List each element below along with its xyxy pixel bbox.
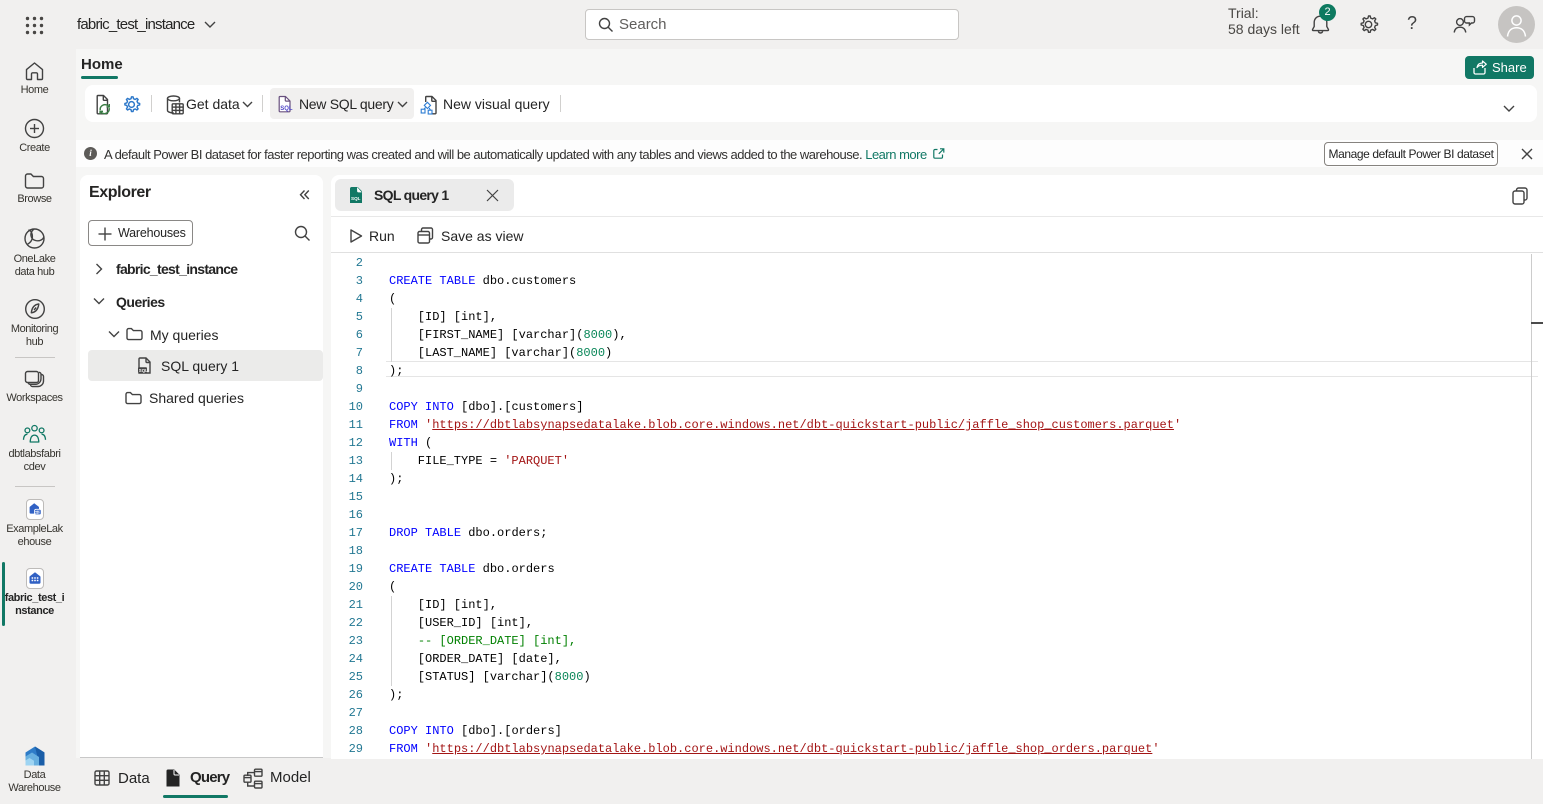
svg-text:SQL: SQL (351, 196, 361, 201)
svg-text:SQL: SQL (139, 368, 148, 373)
svg-text:SQL: SQL (280, 106, 293, 112)
